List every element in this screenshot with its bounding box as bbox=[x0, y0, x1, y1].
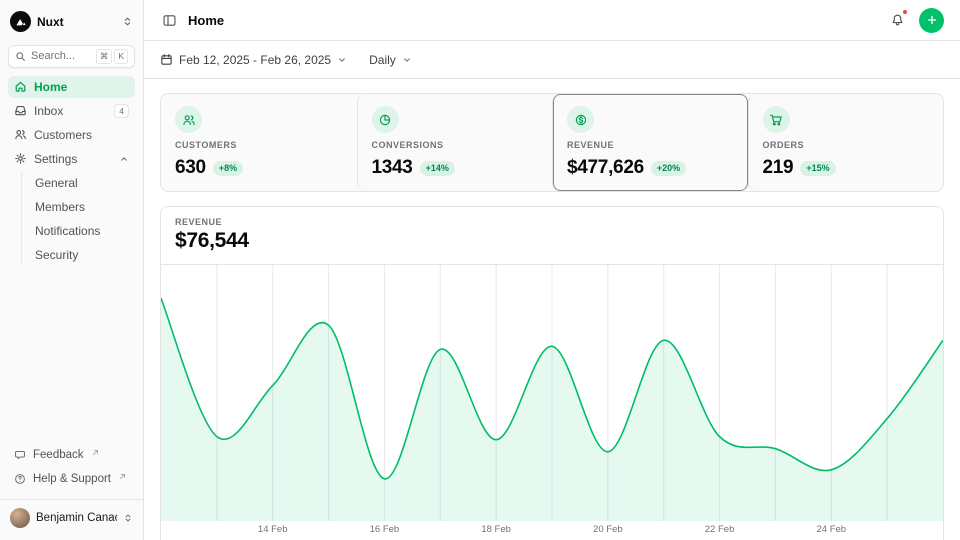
home-icon bbox=[14, 80, 27, 93]
sidebar-spacer bbox=[8, 270, 135, 442]
granularity-select[interactable]: Daily bbox=[369, 53, 412, 67]
chat-bubble-icon bbox=[14, 449, 26, 461]
sidebar-subitem-security[interactable]: Security bbox=[29, 244, 135, 266]
sidebar-subitem-members[interactable]: Members bbox=[29, 196, 135, 218]
stat-card-customers[interactable]: CUSTOMERS 630 +8% bbox=[161, 94, 357, 191]
sidebar: Nuxt ⌘K Home Inbox 4 bbox=[0, 0, 144, 540]
notifications-button[interactable] bbox=[888, 11, 907, 30]
sidebar-subitem-general[interactable]: General bbox=[29, 172, 135, 194]
chart-current-value: $76,544 bbox=[175, 229, 929, 253]
users-icon bbox=[182, 113, 196, 127]
main-area: Home Feb 12, 2025 - Feb 26, 2025 Daily bbox=[144, 0, 960, 540]
user-name: Benjamin Canac bbox=[36, 512, 117, 524]
sidebar-item-label: Home bbox=[34, 80, 129, 94]
pie-clock-icon bbox=[378, 113, 392, 127]
stat-label: REVENUE bbox=[567, 140, 734, 150]
sidebar-item-customers[interactable]: Customers bbox=[8, 124, 135, 146]
avatar bbox=[10, 508, 30, 528]
gear-icon bbox=[14, 152, 27, 165]
header-actions bbox=[888, 8, 944, 33]
date-range-label: Feb 12, 2025 - Feb 26, 2025 bbox=[179, 53, 331, 67]
revenue-area-chart[interactable]: 14 Feb 16 Feb 18 Feb 20 Feb 22 Feb 24 Feb bbox=[161, 265, 943, 540]
settings-children: General Members Notifications Security bbox=[21, 172, 135, 266]
chart-canvas[interactable] bbox=[161, 265, 943, 521]
search-shortcut: ⌘K bbox=[96, 49, 128, 64]
stat-card-revenue[interactable]: REVENUE $477,626 +20% bbox=[552, 94, 748, 191]
footer-item-label: Help & Support bbox=[33, 473, 111, 485]
plus-icon bbox=[926, 14, 938, 26]
kbd-cmd: ⌘ bbox=[96, 49, 113, 64]
external-link-icon bbox=[92, 447, 99, 459]
stat-label: CUSTOMERS bbox=[175, 140, 343, 150]
inbox-icon bbox=[14, 104, 27, 117]
workspace-name: Nuxt bbox=[37, 15, 116, 29]
x-axis-label: 24 Feb bbox=[816, 524, 846, 535]
users-icon bbox=[14, 128, 27, 141]
app-root: Nuxt ⌘K Home Inbox 4 bbox=[0, 0, 960, 540]
sidebar-item-inbox[interactable]: Inbox 4 bbox=[8, 100, 135, 122]
dashboard-content: CUSTOMERS 630 +8% CONVERSIONS 1343 +14% RE… bbox=[144, 79, 960, 540]
stat-label: CONVERSIONS bbox=[372, 140, 539, 150]
stat-delta-badge: +20% bbox=[651, 161, 686, 176]
stat-value: 1343 bbox=[372, 157, 413, 179]
x-axis-labels: 14 Feb 16 Feb 18 Feb 20 Feb 22 Feb 24 Feb bbox=[161, 524, 943, 537]
stats-row: CUSTOMERS 630 +8% CONVERSIONS 1343 +14% RE… bbox=[160, 93, 944, 192]
notification-dot bbox=[902, 9, 908, 15]
chevron-updown-icon bbox=[122, 16, 133, 27]
chart-header: REVENUE $76,544 bbox=[161, 207, 943, 265]
user-menu[interactable]: Benjamin Canac bbox=[0, 499, 143, 532]
sidebar-item-label: Inbox bbox=[34, 104, 107, 118]
search-icon bbox=[15, 51, 26, 62]
footer-item-label: Feedback bbox=[33, 449, 84, 461]
chevron-updown-icon bbox=[123, 513, 133, 523]
granularity-label: Daily bbox=[369, 53, 396, 67]
add-button[interactable] bbox=[919, 8, 944, 33]
sidebar-item-feedback[interactable]: Feedback bbox=[8, 445, 135, 465]
stat-delta-badge: +14% bbox=[420, 161, 455, 176]
cart-icon bbox=[769, 113, 783, 127]
page-title: Home bbox=[188, 13, 224, 28]
chart-title: REVENUE bbox=[175, 217, 929, 227]
x-axis-label: 14 Feb bbox=[258, 524, 288, 535]
stat-card-orders[interactable]: ORDERS 219 +15% bbox=[748, 94, 944, 191]
x-axis-label: 20 Feb bbox=[593, 524, 623, 535]
revenue-chart-card: REVENUE $76,544 14 Feb 16 Feb 18 Feb 20 Feb… bbox=[160, 206, 944, 540]
date-range-picker[interactable]: Feb 12, 2025 - Feb 26, 2025 bbox=[160, 53, 347, 67]
filters-toolbar: Feb 12, 2025 - Feb 26, 2025 Daily bbox=[144, 41, 960, 79]
chevron-down-icon bbox=[337, 55, 347, 65]
sidebar-item-home[interactable]: Home bbox=[8, 76, 135, 98]
sidebar-item-label: Settings bbox=[34, 152, 112, 166]
stat-delta-badge: +8% bbox=[213, 161, 243, 176]
dollar-circle-icon bbox=[574, 113, 588, 127]
inbox-count-badge: 4 bbox=[114, 104, 129, 118]
bell-icon bbox=[890, 13, 905, 28]
search-input[interactable]: ⌘K bbox=[8, 45, 135, 68]
sidebar-nav: Home Inbox 4 Customers Settings General bbox=[8, 76, 135, 266]
stat-value: 219 bbox=[763, 157, 794, 179]
stat-value: 630 bbox=[175, 157, 206, 179]
stat-label: ORDERS bbox=[763, 140, 930, 150]
sidebar-item-help-support[interactable]: Help & Support bbox=[8, 469, 135, 489]
sidebar-item-label: Customers bbox=[34, 128, 129, 142]
x-axis-label: 18 Feb bbox=[481, 524, 511, 535]
search-field[interactable] bbox=[31, 50, 83, 62]
help-circle-icon bbox=[14, 473, 26, 485]
sidebar-item-settings[interactable]: Settings bbox=[8, 148, 135, 170]
x-axis-label: 22 Feb bbox=[705, 524, 735, 535]
workspace-selector[interactable]: Nuxt bbox=[8, 8, 135, 35]
sidebar-subitem-notifications[interactable]: Notifications bbox=[29, 220, 135, 242]
kbd-k: K bbox=[114, 49, 128, 64]
panel-left-icon bbox=[162, 13, 177, 28]
chevron-up-icon bbox=[119, 154, 129, 164]
stat-card-conversions[interactable]: CONVERSIONS 1343 +14% bbox=[357, 94, 553, 191]
calendar-icon bbox=[160, 53, 173, 66]
chevron-down-icon bbox=[402, 55, 412, 65]
nuxt-logo-icon bbox=[10, 11, 31, 32]
page-header: Home bbox=[144, 0, 960, 41]
stat-value: $477,626 bbox=[567, 157, 644, 179]
external-link-icon bbox=[119, 471, 126, 483]
sidebar-toggle-button[interactable] bbox=[160, 11, 179, 30]
x-axis-label: 16 Feb bbox=[370, 524, 400, 535]
stat-delta-badge: +15% bbox=[800, 161, 835, 176]
